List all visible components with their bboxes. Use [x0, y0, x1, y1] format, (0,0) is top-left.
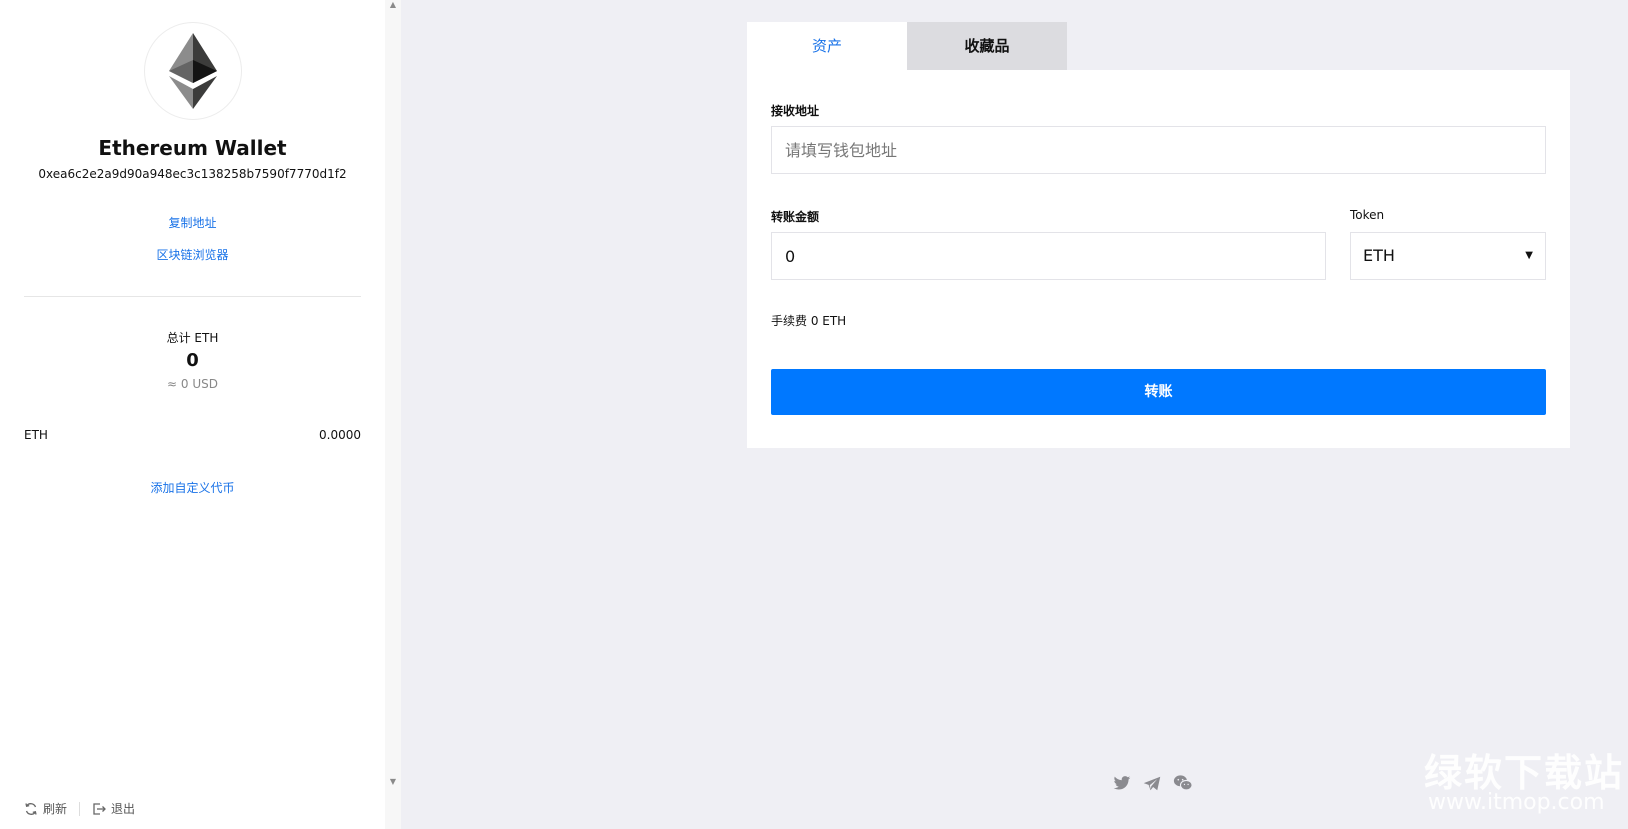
ethereum-icon	[169, 33, 217, 109]
social-links	[1107, 775, 1199, 795]
scroll-up-icon[interactable]: ▲	[388, 0, 398, 10]
sidebar-footer: 刷新 退出	[24, 800, 135, 817]
copy-address-link[interactable]: 复制地址	[0, 214, 385, 231]
wechat-icon[interactable]	[1173, 775, 1193, 795]
token-selected-value: ETH	[1363, 246, 1395, 265]
scroll-down-icon[interactable]: ▼	[388, 777, 398, 787]
refresh-icon	[25, 802, 37, 815]
recipient-address-input[interactable]	[771, 126, 1546, 174]
logout-label: 退出	[111, 802, 136, 816]
watermark-name: 绿软下载站	[1424, 751, 1625, 795]
tab-assets[interactable]: 资产	[747, 22, 907, 70]
logout-icon	[93, 802, 106, 815]
app-root: Ethereum Wallet 0xea6c2e2a9d90a948ec3c13…	[0, 0, 1628, 829]
transfer-card: 接收地址 转账金额 Token ETH ▼ 手续费 0 ETH 转账	[747, 70, 1570, 448]
token-balance: 0.0000	[319, 428, 361, 442]
sidebar-divider	[24, 296, 361, 297]
token-label: Token	[1350, 208, 1385, 222]
total-label: 总计 ETH	[166, 331, 219, 345]
sidebar: Ethereum Wallet 0xea6c2e2a9d90a948ec3c13…	[0, 0, 385, 829]
refresh-button[interactable]: 刷新	[24, 800, 67, 817]
token-symbol: ETH	[24, 428, 48, 442]
amount-label: 转账金额	[771, 210, 820, 224]
total-value: 0	[186, 350, 199, 371]
ethereum-logo	[144, 22, 242, 120]
fee-text: 手续费 0 ETH	[771, 314, 847, 328]
token-row[interactable]: ETH 0.0000	[24, 428, 361, 442]
recipient-label: 接收地址	[771, 104, 820, 118]
caret-down-icon: ▼	[1525, 250, 1533, 261]
wallet-title: Ethereum Wallet	[98, 136, 287, 160]
footer-separator	[79, 801, 81, 816]
refresh-label: 刷新	[43, 802, 68, 816]
sidebar-scrollbar[interactable]: ▲ ▼	[385, 0, 401, 829]
tab-collectibles[interactable]: 收藏品	[907, 22, 1067, 70]
watermark-url: www.itmop.com	[1428, 790, 1605, 815]
twitter-icon[interactable]	[1113, 775, 1131, 795]
block-explorer-link[interactable]: 区块链浏览器	[0, 246, 385, 263]
amount-input[interactable]	[771, 232, 1326, 280]
transfer-button[interactable]: 转账	[771, 369, 1546, 415]
add-custom-token-link[interactable]: 添加自定义代币	[0, 479, 385, 496]
total-usd: ≈ 0 USD	[167, 377, 218, 391]
token-select[interactable]: ETH ▼	[1350, 232, 1546, 280]
wallet-address: 0xea6c2e2a9d90a948ec3c138258b7590f7770d1…	[38, 167, 347, 181]
tab-bar: 资产 收藏品	[747, 22, 1067, 70]
telegram-icon[interactable]	[1143, 776, 1161, 795]
logout-button[interactable]: 退出	[92, 800, 135, 817]
